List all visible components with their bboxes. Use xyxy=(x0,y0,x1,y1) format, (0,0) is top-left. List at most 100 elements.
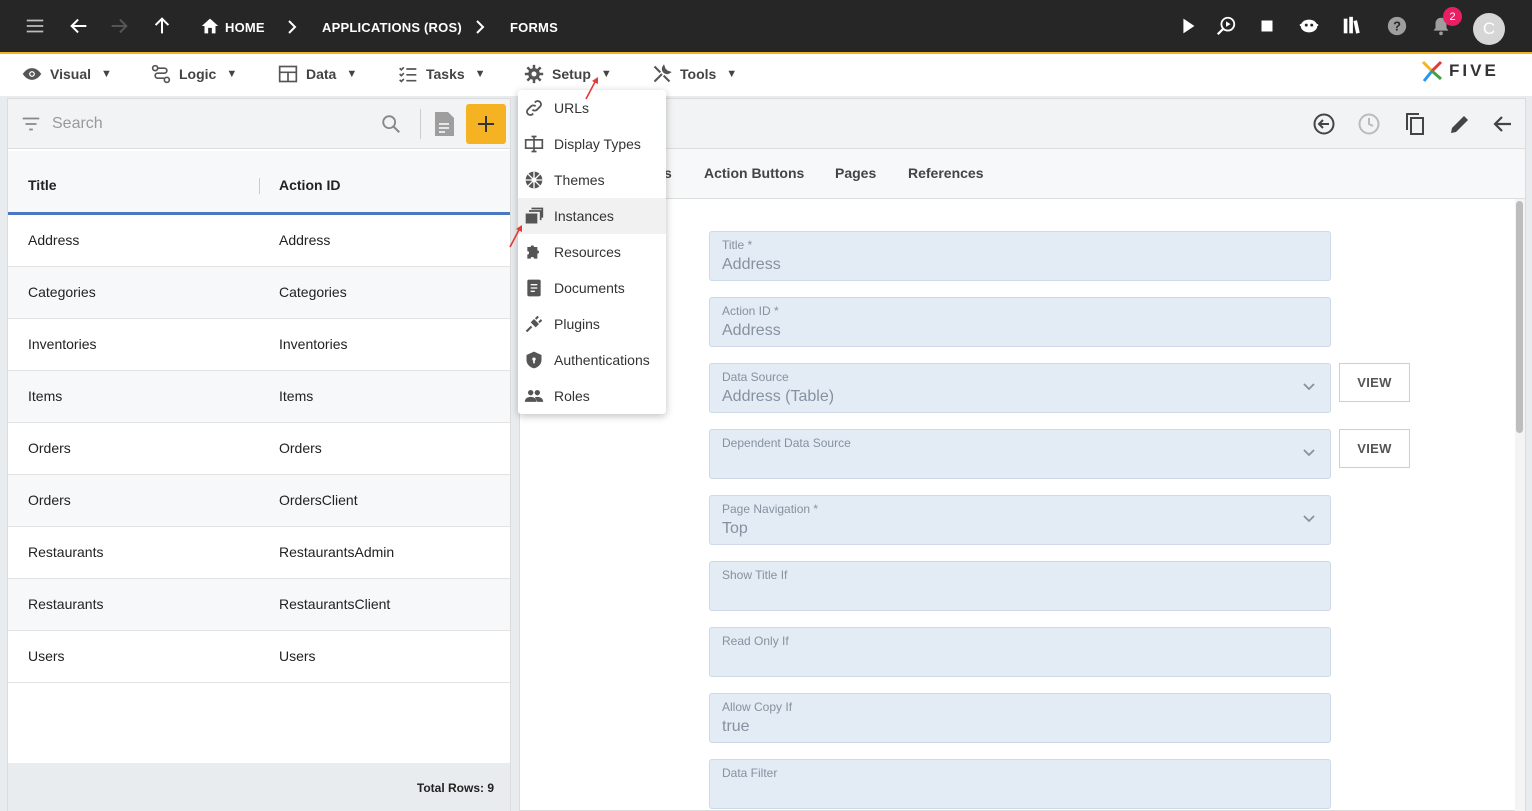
copy-icon[interactable] xyxy=(1403,112,1427,136)
revert-icon[interactable] xyxy=(1312,112,1336,136)
menu-item-label: Roles xyxy=(554,388,590,404)
menu-item-resources[interactable]: Resources xyxy=(518,234,666,270)
search-bar: Search xyxy=(8,99,510,149)
forward-arrow-icon[interactable] xyxy=(107,14,131,38)
table-row[interactable]: Inventories Inventories xyxy=(8,319,510,371)
chevron-down-icon xyxy=(1303,383,1315,391)
avatar[interactable]: C xyxy=(1473,13,1505,45)
tab-pages[interactable]: Pages xyxy=(835,165,876,181)
hamburger-menu-icon[interactable] xyxy=(23,14,47,38)
page-navigation-select[interactable]: Page Navigation * Top xyxy=(709,495,1331,545)
table-row[interactable]: Restaurants RestaurantsAdmin xyxy=(8,527,510,579)
top-bar: HOME APPLICATIONS (ROS) FORMS ? 2 C xyxy=(0,0,1532,54)
document-icon[interactable] xyxy=(432,111,456,137)
menu-item-label: Plugins xyxy=(554,316,600,332)
tab-action-buttons[interactable]: Action Buttons xyxy=(704,165,804,181)
table-header: Title Action ID xyxy=(8,151,510,215)
table-row[interactable]: Orders OrdersClient xyxy=(8,475,510,527)
chat-bot-icon[interactable] xyxy=(1297,14,1321,38)
menu-item-plugins[interactable]: Plugins xyxy=(518,306,666,342)
breadcrumb-applications[interactable]: APPLICATIONS (ROS) xyxy=(322,20,462,35)
gear-icon xyxy=(524,64,544,84)
link-icon xyxy=(526,100,542,116)
menu-visual-label: Visual xyxy=(50,66,91,82)
menu-item-themes[interactable]: Themes xyxy=(518,162,666,198)
action-id-field[interactable]: Action ID * Address xyxy=(709,297,1331,347)
history-icon[interactable] xyxy=(1357,112,1381,136)
cell-action-id: RestaurantsAdmin xyxy=(279,544,395,560)
table-row[interactable]: Restaurants RestaurantsClient xyxy=(8,579,510,631)
annotation-arrow-icon xyxy=(509,225,522,248)
tab-references[interactable]: References xyxy=(908,165,984,181)
allow-copy-if-field[interactable]: Allow Copy If true xyxy=(709,693,1331,743)
data-filter-field[interactable]: Data Filter xyxy=(709,759,1331,809)
logo-text: FIVE xyxy=(1449,61,1499,80)
home-icon[interactable] xyxy=(198,14,222,38)
library-icon[interactable] xyxy=(1340,14,1364,38)
debug-search-icon[interactable] xyxy=(1214,14,1238,38)
menu-item-documents[interactable]: Documents xyxy=(518,270,666,306)
menu-tasks[interactable]: Tasks ▼ xyxy=(398,62,486,86)
menu-data[interactable]: Data ▼ xyxy=(278,62,357,86)
menu-item-authentications[interactable]: Authentications xyxy=(518,342,666,378)
breadcrumb-forms[interactable]: FORMS xyxy=(510,20,558,35)
back-arrow-icon[interactable] xyxy=(67,14,91,38)
plug-icon xyxy=(525,315,543,333)
table-row[interactable]: Address Address xyxy=(8,215,510,267)
search-input[interactable]: Search xyxy=(52,115,103,133)
read-only-if-field[interactable]: Read Only If xyxy=(709,627,1331,677)
chevron-right-icon xyxy=(288,20,297,34)
cell-title: Categories xyxy=(28,284,96,300)
breadcrumb-home[interactable]: HOME xyxy=(225,20,265,35)
up-arrow-icon[interactable] xyxy=(150,14,174,38)
menu-item-display-types[interactable]: Display Types xyxy=(518,126,666,162)
add-button[interactable] xyxy=(466,104,506,144)
search-icon[interactable] xyxy=(380,113,402,135)
menu-visual[interactable]: Visual ▼ xyxy=(22,62,112,86)
cell-title: Restaurants xyxy=(28,544,104,560)
table-row[interactable]: Categories Categories xyxy=(8,267,510,319)
column-header-action-id[interactable]: Action ID xyxy=(279,177,340,193)
data-source-select[interactable]: Data Source Address (Table) xyxy=(709,363,1331,413)
menu-item-label: Themes xyxy=(554,172,605,188)
dropdown-arrow-icon: ▼ xyxy=(346,68,358,80)
dependent-data-source-select[interactable]: Dependent Data Source xyxy=(709,429,1331,479)
field-label: Read Only If xyxy=(722,634,789,648)
column-header-title[interactable]: Title xyxy=(28,177,57,193)
cell-action-id: Orders xyxy=(279,440,322,456)
show-title-if-field[interactable]: Show Title If xyxy=(709,561,1331,611)
menu-logic[interactable]: Logic ▼ xyxy=(151,62,237,86)
logic-icon xyxy=(151,64,171,84)
dropdown-arrow-icon: ▼ xyxy=(101,68,112,80)
display-type-icon xyxy=(524,135,544,153)
table-row[interactable]: Items Items xyxy=(8,371,510,423)
table-row[interactable]: Users Users xyxy=(8,631,510,683)
edit-pencil-icon[interactable] xyxy=(1448,112,1472,136)
cell-title: Items xyxy=(28,388,63,404)
stop-icon[interactable] xyxy=(1255,14,1279,38)
table-footer: Total Rows: 9 xyxy=(8,763,510,811)
play-icon[interactable] xyxy=(1176,14,1200,38)
scrollbar-thumb[interactable] xyxy=(1516,201,1523,433)
title-field[interactable]: Title * Address xyxy=(709,231,1331,281)
menu-item-instances[interactable]: Instances xyxy=(518,198,666,234)
scrollbar[interactable] xyxy=(1515,199,1525,811)
help-icon[interactable]: ? xyxy=(1385,14,1409,38)
back-arrow-icon[interactable] xyxy=(1491,112,1515,136)
field-value: Top xyxy=(722,520,748,537)
filter-icon[interactable] xyxy=(20,113,42,135)
field-label: Dependent Data Source xyxy=(722,436,851,450)
notification-badge: 2 xyxy=(1443,7,1462,26)
document-icon xyxy=(527,279,541,297)
cell-title: Orders xyxy=(28,440,71,456)
menu-item-roles[interactable]: Roles xyxy=(518,378,666,414)
dependent-data-source-view-button[interactable]: VIEW xyxy=(1339,429,1410,468)
menu-tools[interactable]: Tools ▼ xyxy=(652,62,737,86)
field-value: true xyxy=(722,718,750,735)
menu-tools-label: Tools xyxy=(680,66,717,82)
cell-action-id: Items xyxy=(279,388,314,404)
tasks-icon xyxy=(399,66,417,83)
data-source-view-button[interactable]: VIEW xyxy=(1339,363,1410,402)
table-row[interactable]: Orders Orders xyxy=(8,423,510,475)
shield-icon xyxy=(526,351,542,369)
